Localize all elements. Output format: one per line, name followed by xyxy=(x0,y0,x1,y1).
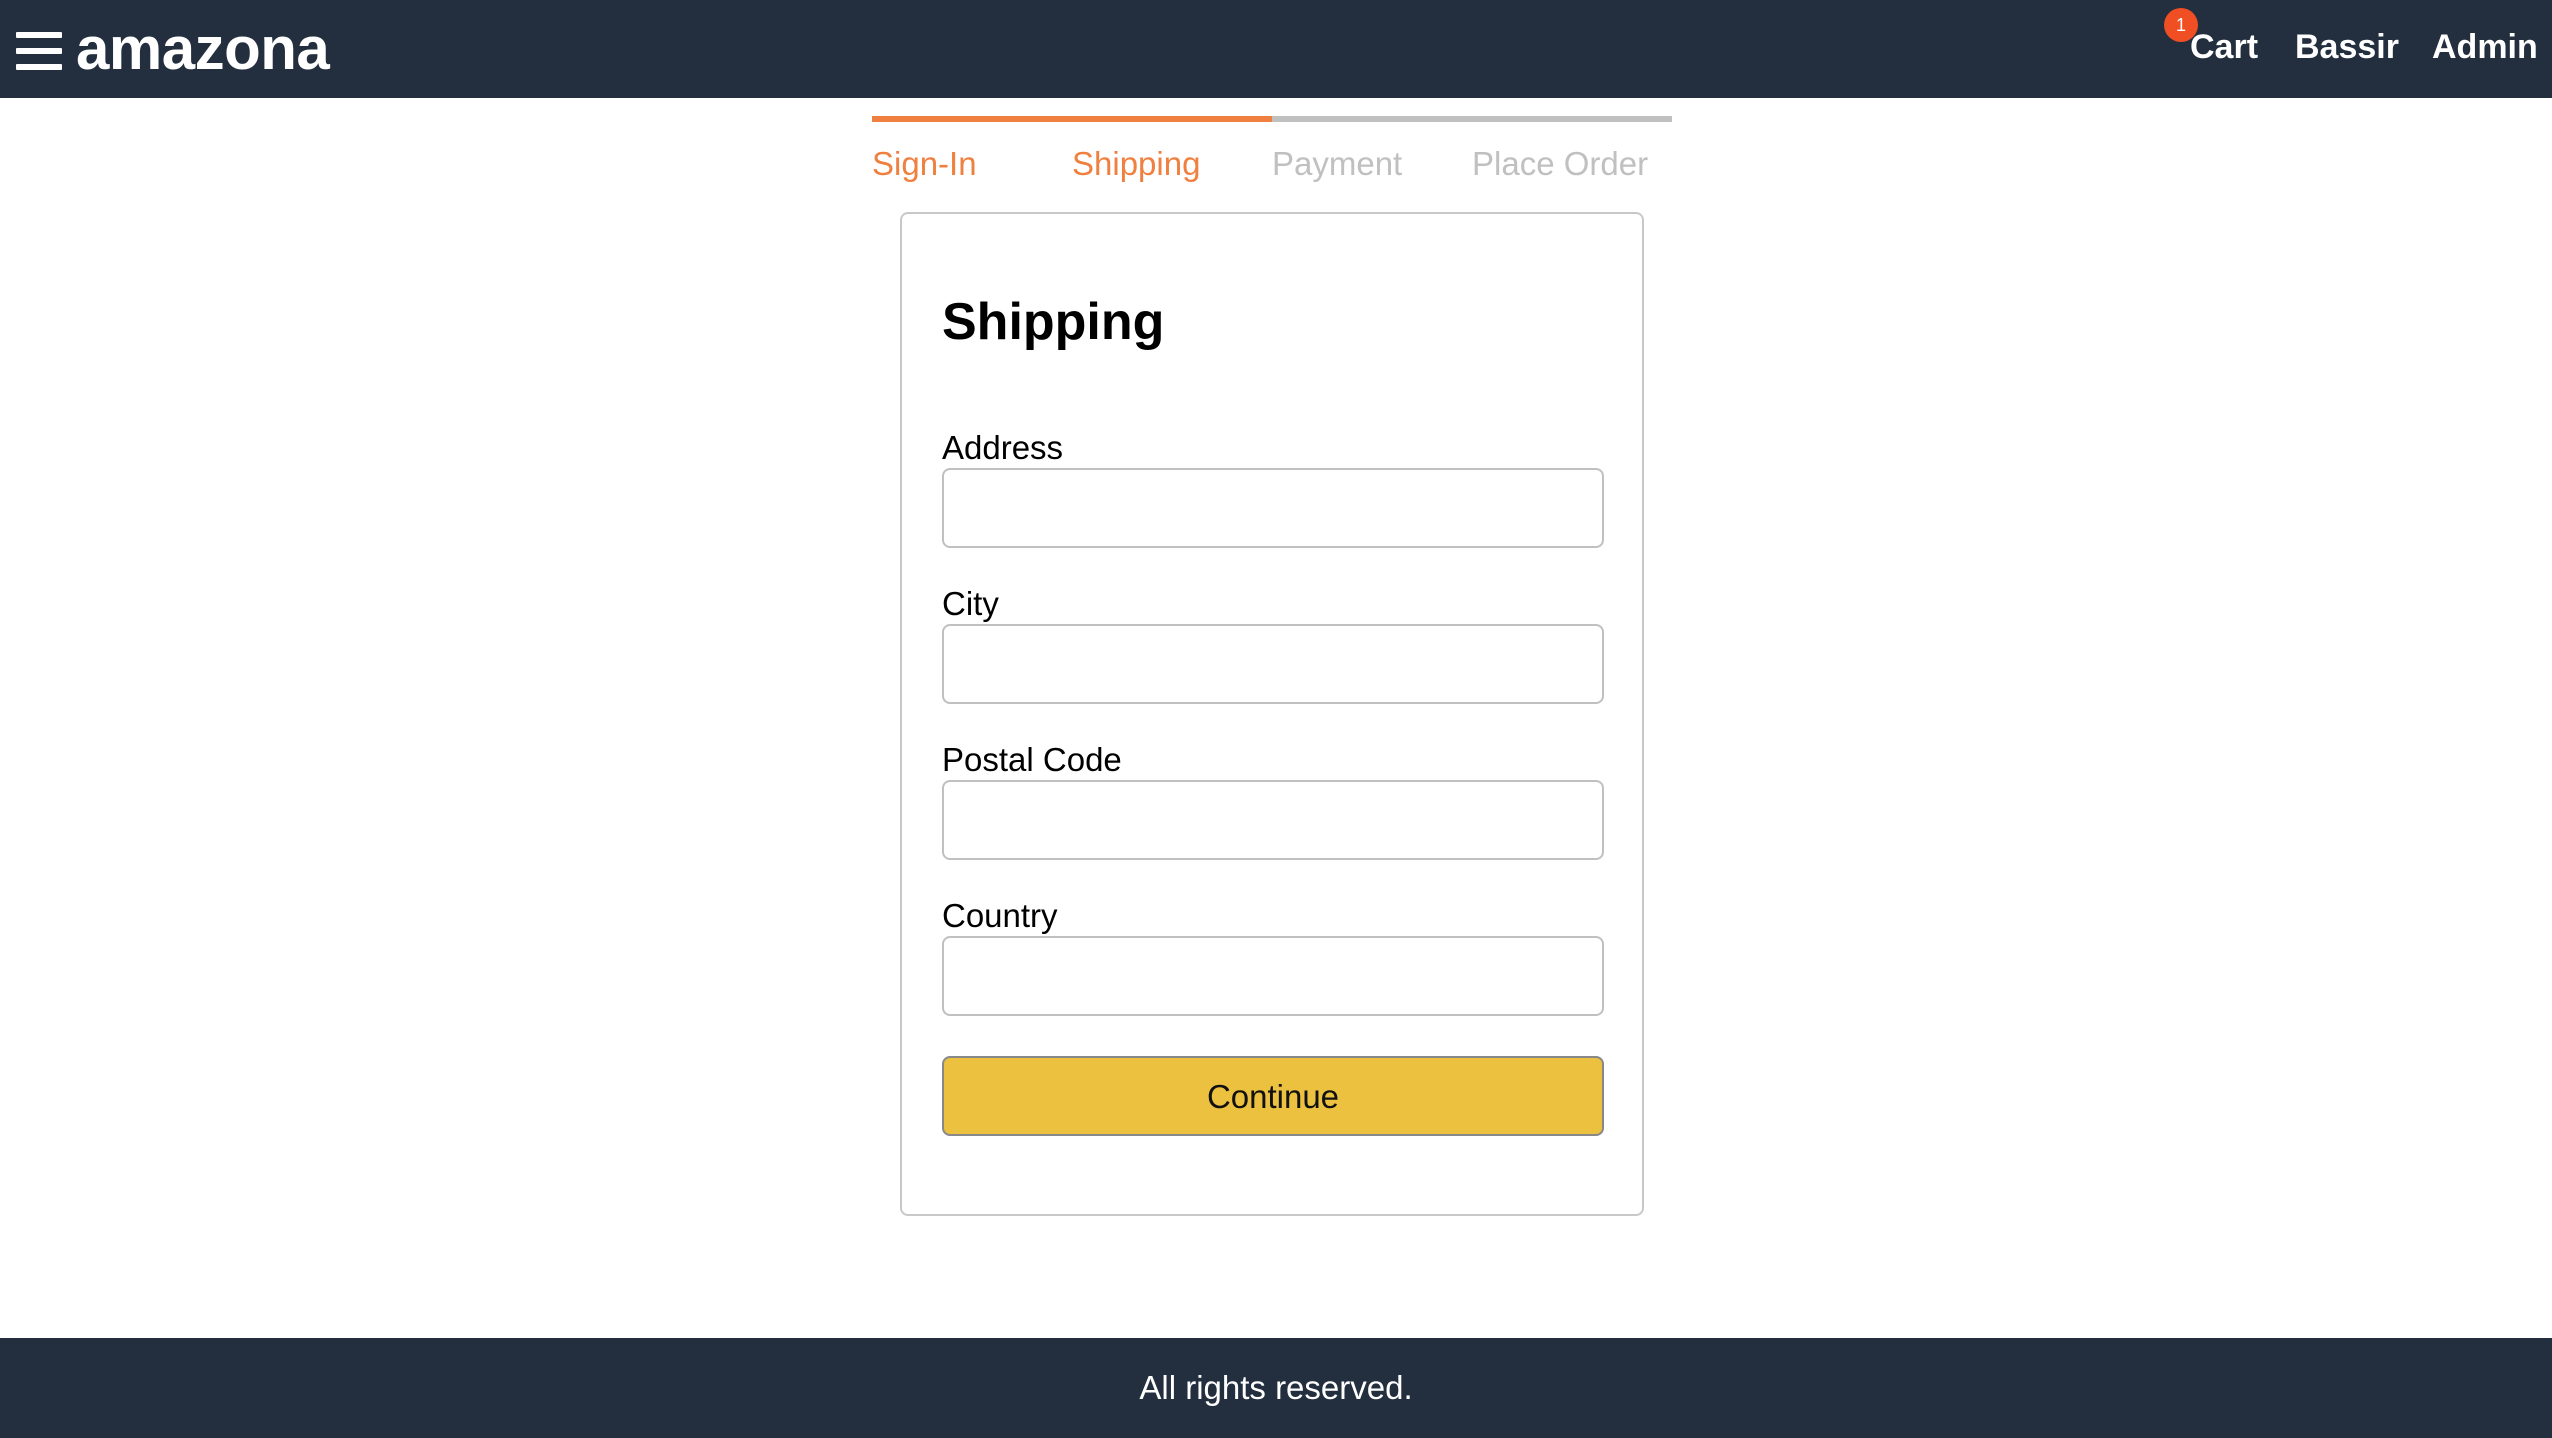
step-place-order: Place Order xyxy=(1472,116,1672,186)
city-input[interactable] xyxy=(942,624,1604,704)
country-input[interactable] xyxy=(942,936,1604,1016)
menu-icon-bar xyxy=(16,48,62,54)
user-menu-link[interactable]: Bassir xyxy=(2295,24,2399,70)
menu-icon-bar xyxy=(16,64,62,70)
cart-link[interactable]: Cart xyxy=(2190,24,2258,70)
postal-code-input[interactable] xyxy=(942,780,1604,860)
continue-button[interactable]: Continue xyxy=(942,1056,1604,1136)
menu-icon-bar xyxy=(16,32,62,38)
top-navbar: amazona 1 Cart Bassir Admin xyxy=(0,0,2552,98)
step-sign-in: Sign-In xyxy=(872,116,1072,186)
page-footer: All rights reserved. xyxy=(0,1338,2552,1438)
form-title: Shipping xyxy=(942,293,1165,351)
shipping-form: Shipping Address City Postal Code Countr… xyxy=(900,212,1644,1216)
postal-code-label: Postal Code xyxy=(942,741,1122,778)
admin-menu-link[interactable]: Admin xyxy=(2432,24,2538,70)
brand-logo-link[interactable]: amazona xyxy=(76,14,330,84)
address-input[interactable] xyxy=(942,468,1604,548)
address-label: Address xyxy=(942,429,1064,466)
city-label: City xyxy=(942,585,999,622)
checkout-steps: Sign-In Shipping Payment Place Order xyxy=(872,116,1672,186)
step-shipping: Shipping xyxy=(1072,116,1272,186)
country-label: Country xyxy=(942,897,1058,934)
footer-text: All rights reserved. xyxy=(1139,1369,1413,1406)
step-payment: Payment xyxy=(1272,116,1472,186)
hamburger-menu-icon[interactable] xyxy=(16,30,62,72)
